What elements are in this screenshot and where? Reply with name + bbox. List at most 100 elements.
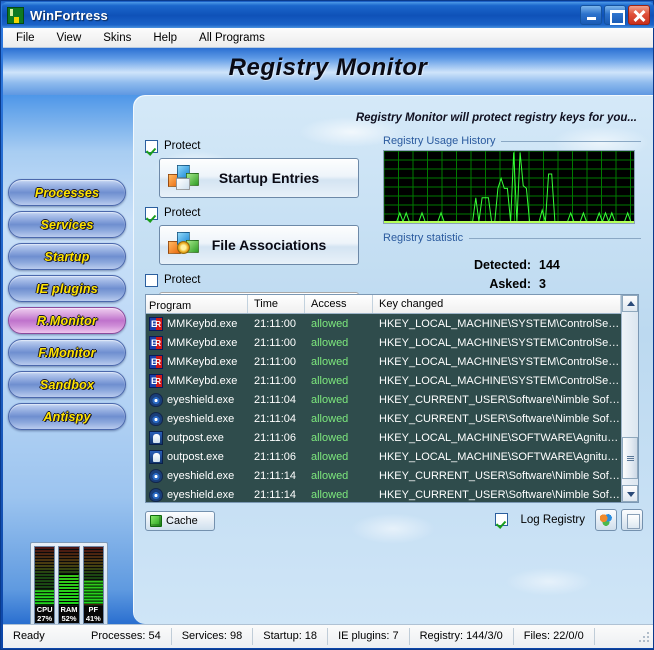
status-bar: Ready Processes: 54 Services: 98 Startup: 1… <box>3 624 653 648</box>
table-row[interactable]: MMKeybd.exe 21:11:00 allowed HKEY_LOCAL_MAC… <box>146 352 621 371</box>
protect-option-custom-entries[interactable]: Protect <box>145 271 373 289</box>
column-header-time[interactable]: Time <box>248 295 305 313</box>
maximize-button[interactable] <box>604 5 626 25</box>
scrollbar-thumb[interactable] <box>622 437 638 479</box>
protect-checkbox-file-associations[interactable] <box>145 206 158 220</box>
cell-key-changed: HKEY_LOCAL_MACHINE\SYSTEM\ControlSet003\… <box>379 336 621 349</box>
cell-program: eyeshield.exe <box>146 487 248 502</box>
table-row[interactable]: outpost.exe 21:11:06 allowed HKEY_LOCAL_MAC… <box>146 447 621 466</box>
menu-item-file[interactable]: File <box>7 30 44 46</box>
protect-checkbox-custom-entries[interactable] <box>145 273 158 287</box>
close-button[interactable] <box>628 5 650 25</box>
registry-log-table: ProgramTimeAccessKey changed MMKeybd.exe… <box>145 294 639 503</box>
table-row[interactable]: MMKeybd.exe 21:11:00 allowed HKEY_LOCAL_MAC… <box>146 371 621 390</box>
stats-group-title: Registry statistic <box>383 232 641 244</box>
log-registry-checkbox[interactable] <box>495 513 509 526</box>
meter-name: RAM <box>60 605 78 614</box>
title-rule <box>501 140 641 142</box>
menu-item-skins[interactable]: Skins <box>94 30 140 46</box>
table-row[interactable]: outpost.exe 21:11:06 allowed HKEY_LOCAL_MAC… <box>146 428 621 447</box>
sidebar-item-label: Processes <box>34 185 100 200</box>
sidebar-item-processes[interactable]: Processes <box>8 179 126 206</box>
cell-key-changed: HKEY_LOCAL_MACHINE\SYSTEM\ControlSet003\… <box>379 374 621 387</box>
resize-grip[interactable] <box>638 630 650 643</box>
cell-program: MMKeybd.exe <box>146 335 248 350</box>
cell-key-changed: HKEY_CURRENT_USER\Software\Nimble Softwa… <box>379 412 621 425</box>
meter-pf: PF 41% <box>82 546 104 624</box>
scroll-down-button[interactable] <box>622 485 638 502</box>
column-header-key-changed[interactable]: Key changed <box>373 295 621 313</box>
table-row[interactable]: eyeshield.exe 21:11:14 allowed HKEY_CURRENT… <box>146 466 621 485</box>
column-header-program[interactable]: Program <box>146 295 248 313</box>
table-row[interactable]: MMKeybd.exe 21:11:00 allowed HKEY_LOCAL_MAC… <box>146 333 621 352</box>
file-associations-button[interactable]: File Associations <box>159 225 359 265</box>
cell-program: outpost.exe <box>146 449 248 464</box>
protect-option-file-associations[interactable]: Protect <box>145 204 373 222</box>
cell-access: allowed <box>311 469 349 482</box>
cell-program: outpost.exe <box>146 430 248 445</box>
program-name: eyeshield.exe <box>167 393 235 406</box>
sidebar-item-label: F.Monitor <box>38 345 96 360</box>
cell-key-changed: HKEY_CURRENT_USER\Software\Nimble Softwa… <box>379 393 621 406</box>
sidebar-nav: Processes Services Startup IE plugins R.Moni… <box>8 179 128 435</box>
startup-entries-button[interactable]: Startup Entries <box>159 158 359 198</box>
sidebar-item-ie-plugins[interactable]: IE plugins <box>8 275 126 302</box>
cell-time: 21:11:00 <box>254 317 297 330</box>
table-row[interactable]: MMKeybd.exe 21:11:00 allowed HKEY_LOCAL_MAC… <box>146 314 621 333</box>
registry-usage-graph <box>383 150 635 224</box>
cell-time: 21:11:00 <box>254 336 297 349</box>
mmkeybd-icon <box>149 373 163 388</box>
menu-item-help[interactable]: Help <box>144 30 186 46</box>
eyeshield-icon <box>149 468 163 483</box>
table-row[interactable]: eyeshield.exe 21:11:14 allowed HKEY_CURRENT… <box>146 485 621 502</box>
status-cell-2: Services: 98 <box>172 628 254 645</box>
meter-cpu: CPU 27% <box>34 546 56 624</box>
protect-checkbox-startup-entries[interactable] <box>145 139 158 153</box>
program-name: outpost.exe <box>167 431 224 444</box>
menu-item-view[interactable]: View <box>48 30 91 46</box>
table-scrollbar[interactable] <box>621 295 638 502</box>
sidebar-item-r-monitor[interactable]: R.Monitor <box>8 307 126 334</box>
column-header-access[interactable]: Access <box>305 295 373 313</box>
menu-item-all-programs[interactable]: All Programs <box>190 30 274 46</box>
sidebar-item-sandbox[interactable]: Sandbox <box>8 371 126 398</box>
cell-access: allowed <box>311 450 349 463</box>
mmkeybd-icon <box>149 335 163 350</box>
log-registry-option[interactable]: Log Registry <box>495 513 585 526</box>
minimize-button[interactable] <box>580 5 602 25</box>
table-row[interactable]: eyeshield.exe 21:11:04 allowed HKEY_CURRENT… <box>146 390 621 409</box>
stat-key: Detected: <box>474 258 531 272</box>
cell-time: 21:11:00 <box>254 374 297 387</box>
main-body: Registry Monitor Processes Services Startu… <box>3 48 653 624</box>
sidebar-item-services[interactable]: Services <box>8 211 126 238</box>
protect-option-startup-entries[interactable]: Protect <box>145 137 373 155</box>
export-button[interactable] <box>595 509 617 531</box>
status-cell-6: Files: 22/0/0 <box>514 628 595 645</box>
usage-chart <box>384 151 634 223</box>
eyeshield-icon <box>149 487 163 502</box>
scroll-up-button[interactable] <box>622 295 638 312</box>
cell-key-changed: HKEY_LOCAL_MACHINE\SOFTWARE\Agnitum\Out.… <box>379 450 621 463</box>
scrollbar-track[interactable] <box>622 312 638 485</box>
meter-value: 52% <box>61 614 77 623</box>
stat-value: 3 <box>539 277 546 291</box>
cache-button[interactable]: Cache <box>145 511 215 531</box>
outpost-icon <box>149 449 163 464</box>
cell-program: MMKeybd.exe <box>146 316 248 331</box>
cell-access: allowed <box>311 355 349 368</box>
sidebar-item-startup[interactable]: Startup <box>8 243 126 270</box>
table-row[interactable]: eyeshield.exe 21:11:04 allowed HKEY_CURRENT… <box>146 409 621 428</box>
mmkeybd-icon <box>149 354 163 369</box>
sidebar-item-f-monitor[interactable]: F.Monitor <box>8 339 126 366</box>
sidebar: Processes Services Startup IE plugins R.Moni… <box>3 95 133 624</box>
cell-access: allowed <box>311 488 349 501</box>
status-cell-0: Ready <box>13 630 45 642</box>
cell-time: 21:11:14 <box>254 469 297 482</box>
chevron-down-icon <box>627 492 635 497</box>
graph-title-label: Registry Usage History <box>383 135 496 147</box>
content-panel: Registry Monitor will protect registry k… <box>133 95 653 624</box>
sidebar-item-antispy[interactable]: Antispy <box>8 403 126 430</box>
cell-program: MMKeybd.exe <box>146 354 248 369</box>
report-button[interactable] <box>621 509 643 531</box>
window-title: WinFortress <box>30 7 108 23</box>
